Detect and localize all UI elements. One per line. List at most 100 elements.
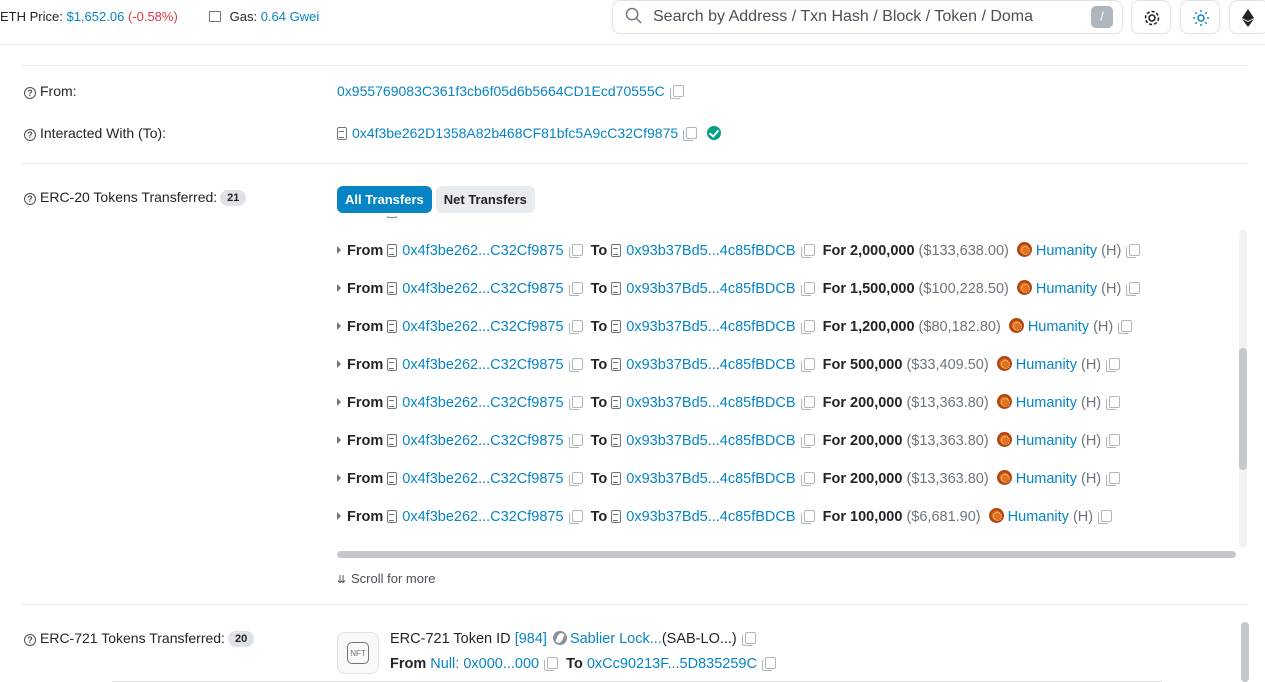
from-word: From	[347, 216, 383, 220]
gas-value[interactable]: 0.64 Gwei	[261, 9, 320, 24]
nft-thumbnail[interactable]: NFT	[337, 632, 379, 674]
to-address-link[interactable]: 0x93b37Bd5...4c85fBDCB	[626, 433, 795, 449]
expand-caret-icon[interactable]	[337, 360, 341, 368]
copy-icon[interactable]	[568, 396, 583, 410]
copy-icon[interactable]	[800, 510, 815, 524]
token-id-link[interactable]: [984]	[515, 631, 547, 647]
to-address-link[interactable]: 0x93b37Bd5...4c85fBDCB	[626, 281, 795, 297]
token-link[interactable]: Humanity	[1036, 281, 1097, 297]
to-address-link[interactable]: 0x93b37Bd5...4c85fBDCB	[626, 509, 795, 525]
scrollbar-thumb[interactable]	[1239, 348, 1247, 470]
copy-icon[interactable]	[1098, 510, 1113, 524]
tab-net-transfers[interactable]: Net Transfers	[435, 186, 535, 213]
search-input[interactable]	[653, 6, 1073, 28]
to-word: To	[590, 357, 608, 373]
copy-icon[interactable]	[800, 358, 815, 372]
copy-icon[interactable]	[741, 632, 756, 646]
scroll-for-more[interactable]: ⇊ Scroll for more	[337, 571, 436, 586]
copy-icon[interactable]	[544, 657, 559, 671]
from-address-link[interactable]: 0x4f3be262...C32Cf9875	[402, 281, 563, 297]
copy-icon[interactable]	[568, 434, 583, 448]
token-link[interactable]: Humanity	[1036, 243, 1097, 259]
copy-icon[interactable]	[1118, 320, 1133, 334]
eth-price-value[interactable]: $1,652.06	[66, 9, 124, 24]
copy-icon[interactable]	[1106, 472, 1121, 486]
token-link[interactable]: Humanity	[1016, 357, 1077, 373]
help-icon[interactable]: ?	[24, 634, 36, 646]
token-link[interactable]: Humanity	[1016, 433, 1077, 449]
gas-price[interactable]: Gas: 0.64 Gwei	[209, 9, 319, 24]
nft-list-vertical-scrollbar[interactable]	[1241, 622, 1249, 682]
copy-icon[interactable]	[800, 282, 815, 296]
to-address-link[interactable]: 0x93b37Bd5...4c85fBDCB	[626, 395, 795, 411]
expand-caret-icon[interactable]	[337, 474, 341, 482]
copy-icon[interactable]	[800, 434, 815, 448]
copy-icon[interactable]	[568, 358, 583, 372]
copy-icon[interactable]	[568, 472, 583, 486]
contract-icon	[387, 320, 398, 333]
copy-icon[interactable]	[1126, 244, 1141, 258]
transfer-list[interactable]: From 0x4f3be262...C32Cf9875 From 0x4f3be…	[337, 216, 1247, 554]
copy-icon[interactable]	[568, 282, 583, 296]
erc20-label: ERC-20 Tokens Transferred:	[40, 189, 218, 205]
tab-all-transfers[interactable]: All Transfers	[337, 186, 432, 213]
from-address-link[interactable]: 0x4f3be262...C32Cf9875	[402, 395, 563, 411]
expand-caret-icon[interactable]	[337, 512, 341, 520]
expand-caret-icon[interactable]	[337, 284, 341, 292]
copy-icon[interactable]	[568, 320, 583, 334]
from-address-link[interactable]: 0x4f3be262...C32Cf9875	[402, 433, 563, 449]
from-address-link[interactable]: 0x955769083C361f3cb6f05d6b5664CD1Ecd7055…	[337, 83, 665, 99]
humanity-token-icon	[996, 432, 1012, 447]
from-address-link[interactable]: 0x4f3be262...C32Cf9875	[402, 509, 563, 525]
transfer-list-vertical-scrollbar[interactable]	[1239, 230, 1247, 548]
nft-to-address-link[interactable]: 0xCc90213F...5D835259C	[587, 656, 757, 672]
from-address-link[interactable]: 0x4f3be262...C32Cf9875	[402, 319, 563, 335]
help-icon[interactable]: ?	[24, 129, 36, 141]
usd-value: ($80,182.80)	[918, 319, 1001, 335]
copy-icon[interactable]	[800, 244, 815, 258]
transfer-list-horizontal-scrollbar[interactable]	[337, 551, 1236, 558]
to-address-link[interactable]: 0x93b37Bd5...4c85fBDCB	[626, 357, 795, 373]
to-address-link[interactable]: 0x93b37Bd5...4c85fBDCB	[626, 471, 795, 487]
amount: 100,000	[850, 509, 903, 525]
contract-icon	[387, 244, 398, 257]
search-box[interactable]: /	[612, 0, 1123, 34]
expand-caret-icon[interactable]	[337, 398, 341, 406]
token-link[interactable]: Humanity	[1016, 395, 1077, 411]
copy-icon[interactable]	[1106, 434, 1121, 448]
from-address-link[interactable]: 0x4f3be262...C32Cf9875	[402, 471, 563, 487]
from-address-link[interactable]: 0x4f3be262...C32Cf9875	[402, 357, 563, 373]
to-address-link[interactable]: 0x4f3be262D1358A82b468CF81bfc5A9cC32Cf98…	[352, 125, 678, 141]
contract-icon	[387, 472, 398, 485]
nft-from-address-link[interactable]: Null: 0x000...000	[430, 656, 539, 672]
network-button[interactable]	[1229, 0, 1265, 34]
sablier-token-icon	[552, 631, 567, 645]
expand-caret-icon[interactable]	[337, 436, 341, 444]
expand-caret-icon[interactable]	[337, 246, 341, 254]
copy-icon[interactable]	[568, 244, 583, 258]
copy-icon[interactable]	[800, 320, 815, 334]
copy-icon[interactable]	[568, 510, 583, 524]
token-link[interactable]: Humanity	[1008, 509, 1069, 525]
copy-icon[interactable]	[800, 396, 815, 410]
copy-icon[interactable]	[1106, 358, 1121, 372]
copy-icon[interactable]	[1126, 282, 1141, 296]
copy-icon[interactable]	[761, 657, 776, 671]
token-symbol: (H)	[1081, 433, 1102, 449]
copy-icon[interactable]	[683, 127, 698, 141]
help-icon[interactable]: ?	[24, 193, 36, 205]
theme-toggle-button[interactable]	[1180, 0, 1220, 34]
copy-icon[interactable]	[800, 472, 815, 486]
to-address-link[interactable]: 0x93b37Bd5...4c85fBDCB	[626, 319, 795, 335]
token-link[interactable]: Humanity	[1016, 471, 1077, 487]
collection-link[interactable]: Sablier Lock...	[570, 631, 662, 647]
token-link[interactable]: Humanity	[1028, 319, 1089, 335]
to-address-link[interactable]: 0x93b37Bd5...4c85fBDCB	[626, 243, 795, 259]
copy-icon[interactable]	[669, 85, 684, 99]
from-address-link[interactable]: 0x4f3be262...C32Cf9875	[402, 243, 563, 259]
settings-button[interactable]	[1131, 0, 1171, 34]
expand-caret-icon[interactable]	[337, 322, 341, 330]
help-icon[interactable]: ?	[24, 87, 36, 99]
from-address-link[interactable]: 0x4f3be262...C32Cf9875	[402, 216, 563, 220]
copy-icon[interactable]	[1106, 396, 1121, 410]
